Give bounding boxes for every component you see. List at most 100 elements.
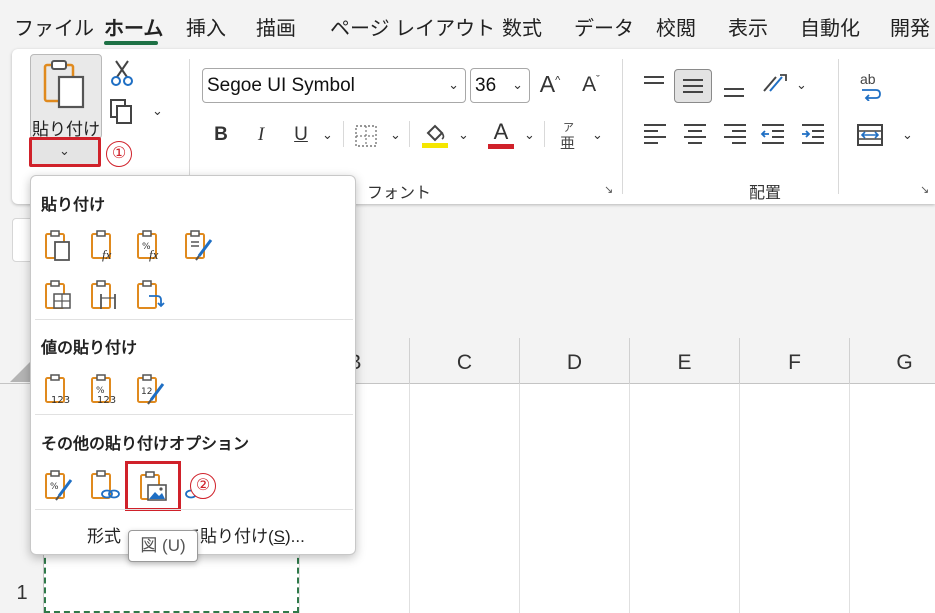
increase-indent-icon [802,124,824,144]
grow-font-icon: A [539,71,556,97]
shrink-font-icon: A [582,73,597,96]
tab-automate[interactable]: 自動化 [800,12,860,41]
borders-icon [355,125,377,147]
svg-text:fx: fx [102,247,112,262]
paste-keep-column-widths-option[interactable] [87,278,121,312]
merge-chevron-icon[interactable]: ⌄ [902,127,913,143]
align-bottom-icon [724,88,744,97]
paste-keep-source-formatting-option[interactable] [181,228,215,262]
paste-dropdown-button[interactable]: ⌄ [29,137,101,167]
tab-insert[interactable]: 挿入 [186,12,226,41]
font-color-chevron-icon[interactable]: ⌄ [524,127,535,143]
align-right-button[interactable] [722,121,748,150]
group-divider [838,59,839,194]
paste-formulas-number-format-icon: % fx [137,230,159,262]
svg-text:123: 123 [51,395,70,406]
copy-button[interactable] [108,97,134,130]
active-tab-indicator [104,41,158,45]
grid-line [849,384,850,613]
column-header-e[interactable]: E [629,338,739,384]
tab-view[interactable]: 表示 [728,12,768,41]
tab-developer[interactable]: 開発 [890,12,930,41]
align-top-button[interactable] [642,73,666,102]
svg-text:12: 12 [141,387,152,397]
row-header-1[interactable]: 1 [0,582,44,605]
paste-values-number-format-option[interactable]: % 123 [87,372,121,406]
underline-button[interactable]: U [288,124,314,146]
paste-values-option[interactable]: 123 [41,372,75,406]
menu-divider [35,509,353,510]
font-dialog-launcher-icon[interactable]: ↘ [604,183,613,196]
tab-formulas[interactable]: 数式 [502,12,542,41]
paste-link-option[interactable] [87,468,121,502]
align-left-button[interactable] [642,121,668,150]
paste-formulas-option[interactable]: fx [87,228,121,262]
align-left-icon [644,124,666,144]
group-divider [622,59,623,194]
column-header-d[interactable]: D [519,338,629,384]
align-bottom-button[interactable] [722,77,746,106]
font-name-value: Segoe UI Symbol [207,75,355,96]
align-center-button[interactable] [682,121,708,150]
picture-tooltip: 図 (U) [128,530,198,562]
wrap-text-button[interactable]: ab [858,71,886,101]
paste-all-icon [45,230,70,261]
paste-no-borders-option[interactable] [41,278,75,312]
fill-color-chevron-icon[interactable]: ⌄ [458,127,469,143]
font-name-select[interactable]: Segoe UI Symbol ⌄ [202,68,466,103]
section-other-heading: その他の貼り付けオプション [41,436,250,453]
paste-transpose-option[interactable] [133,278,167,312]
paste-special-prefix: 形式 [87,527,121,546]
align-middle-button[interactable] [674,69,712,103]
merge-center-button[interactable] [856,123,884,152]
align-top-icon [644,76,664,84]
orientation-button[interactable] [760,71,790,102]
copy-chevron-icon[interactable]: ⌄ [152,103,163,119]
menu-divider [35,414,353,415]
tab-file[interactable]: ファイル [14,12,94,41]
grid-line [519,384,520,613]
divider [343,121,344,147]
orientation-chevron-icon[interactable]: ⌄ [796,77,807,93]
borders-button[interactable] [354,124,378,153]
underline-chevron-icon[interactable]: ⌄ [322,127,333,143]
column-header-g[interactable]: G [849,338,935,384]
furigana-chevron-icon[interactable]: ⌄ [592,127,603,143]
scissors-icon [111,60,133,86]
tab-review[interactable]: 校閲 [656,12,696,41]
font-color-button[interactable]: A [488,119,514,149]
paste-option[interactable] [41,228,75,262]
chevron-down-icon: ⌄ [448,77,459,92]
bold-button[interactable]: B [208,124,234,146]
paste-column-widths-icon [91,280,116,309]
furigana-button[interactable]: ア 亜 [560,119,584,153]
font-size-select[interactable]: 36 ⌄ [470,68,530,103]
decrease-indent-button[interactable] [760,121,786,150]
paste-formulas-number-format-option[interactable]: % fx [133,228,167,262]
paste-formulas-icon: fx [91,230,112,262]
alignment-dialog-launcher-icon[interactable]: ↘ [920,183,929,196]
paste-values-number-format-icon: % 123 [91,374,116,406]
paste-format-brush-icon [185,230,213,261]
increase-indent-button[interactable] [800,121,826,150]
fill-color-button[interactable] [422,121,448,154]
cut-button[interactable] [110,59,134,92]
fill-color-swatch [422,143,448,148]
column-header-c[interactable]: C [409,338,519,384]
grow-font-button[interactable]: A^ [537,71,563,98]
callout-1: ① [106,141,132,167]
paste-formatting-option[interactable]: % [41,468,75,502]
wrap-text-icon: ab [860,71,876,87]
tab-home[interactable]: ホーム [104,12,163,41]
tab-draw[interactable]: 描画 [256,12,296,41]
tab-page-layout[interactable]: ページ レイアウト [330,12,495,41]
svg-text:fx: fx [149,247,159,262]
section-values-heading: 値の貼り付け [41,340,138,357]
tab-data[interactable]: データ [574,12,634,41]
paste-values-source-format-option[interactable]: 12 [133,372,167,406]
shrink-font-button[interactable]: Aˇ [578,73,604,97]
divider [409,121,410,147]
borders-chevron-icon[interactable]: ⌄ [390,127,401,143]
column-header-f[interactable]: F [739,338,849,384]
italic-button[interactable]: I [248,124,274,146]
